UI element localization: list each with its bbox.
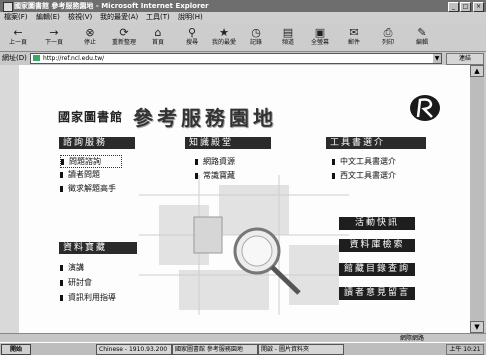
- toolbar-mail-button[interactable]: ✉ 郵件: [342, 25, 366, 49]
- edit-icon: ✎: [417, 26, 427, 39]
- activity-news-button[interactable]: 活動快訊: [339, 217, 415, 230]
- toolbar-home-button[interactable]: ⌂ 首頁: [146, 25, 170, 49]
- favorites-icon: ★: [219, 26, 229, 39]
- reader-feedback-button[interactable]: 讀者意見留言: [339, 287, 415, 300]
- page-title: 參考服務園地: [133, 106, 277, 130]
- task-button-1[interactable]: Chinese - 1910.93.200: [96, 344, 172, 355]
- section-header-consult: 諮詢服務: [59, 137, 135, 149]
- fullscreen-icon: ▣: [314, 26, 326, 39]
- vertical-scrollbar[interactable]: ▲ ▼: [470, 65, 484, 333]
- toolbar-edit-button[interactable]: ✎ 編輯: [410, 25, 434, 49]
- scroll-up-icon[interactable]: ▲: [470, 65, 484, 77]
- link-lectures[interactable]: 演講: [60, 262, 84, 273]
- link-common-knowledge[interactable]: 常識寶藏: [195, 170, 235, 181]
- address-label: 網址(D): [2, 54, 27, 62]
- link-solver-wanted[interactable]: 徵求解題高手: [60, 183, 116, 194]
- toolbar: ← 上一頁 → 下一頁 ⊗ 停止 ⟳ 重新整理 ⌂ 首頁 ⚲ 搜尋 ★ 我的最愛…: [0, 23, 486, 52]
- section-header-knowledge: 知識殿堂: [185, 137, 271, 149]
- page-icon: [33, 55, 40, 61]
- section-header-treasures: 資料寶藏: [59, 242, 137, 254]
- menu-edit[interactable]: 編輯(E): [36, 12, 60, 23]
- page-content: 國家圖書館 參考服務園地 諮詢服務 問題諮詢 讀者問題 徵求解題高手 知識殿堂 …: [19, 65, 470, 333]
- left-margin: [0, 65, 19, 333]
- catalog-search-button[interactable]: 館藏目錄查詢: [339, 263, 415, 276]
- magnifier-illustration: [139, 175, 349, 315]
- toolbar-back-button[interactable]: ← 上一頁: [6, 25, 30, 49]
- chevron-down-icon[interactable]: ▼: [433, 54, 441, 63]
- toolbar-print-button[interactable]: ⎙ 列印: [376, 25, 400, 49]
- menu-view[interactable]: 檢視(V): [68, 12, 92, 23]
- link-reader-questions[interactable]: 讀者問題: [60, 169, 100, 180]
- address-box: ▼: [30, 53, 442, 64]
- link-info-literacy[interactable]: 資訊利用指導: [60, 292, 116, 303]
- brand-logo-icon: [410, 95, 440, 121]
- link-seminars[interactable]: 研討會: [60, 277, 92, 288]
- ie-app-icon: [3, 2, 13, 12]
- task-button-2[interactable]: 國家圖書館 參考服務園地: [172, 344, 258, 355]
- links-button[interactable]: 連結: [446, 53, 484, 65]
- minimize-button[interactable]: _: [448, 2, 459, 12]
- toolbar-refresh-button[interactable]: ⟳ 重新整理: [112, 25, 136, 49]
- menu-favorites[interactable]: 我的最愛(A): [100, 12, 138, 23]
- toolbar-fullscreen-button[interactable]: ▣ 全螢幕: [308, 25, 332, 49]
- toolbar-history-button[interactable]: ◷ 記錄: [244, 25, 268, 49]
- title-bar: 國家圖書館 參考服務園地 - Microsoft Internet Explor…: [0, 0, 486, 12]
- address-bar: 網址(D) ▼ 連結: [0, 52, 486, 65]
- menu-bar: 檔案(F) 編輯(E) 檢視(V) 我的最愛(A) 工具(T) 說明(H): [0, 12, 486, 23]
- link-chinese-reference[interactable]: 中文工具書選介: [332, 156, 396, 167]
- toolbar-channels-button[interactable]: ▤ 頻道: [276, 25, 300, 49]
- link-question-consult[interactable]: 問題諮詢: [60, 155, 122, 168]
- system-clock: 上午 10:21: [446, 344, 484, 355]
- scroll-down-icon[interactable]: ▼: [470, 321, 484, 333]
- close-button[interactable]: ×: [473, 2, 484, 12]
- refresh-icon: ⟳: [119, 26, 129, 39]
- link-web-resources[interactable]: 網路資源: [195, 156, 235, 167]
- toolbar-search-button[interactable]: ⚲ 搜尋: [180, 25, 204, 49]
- forward-arrow-icon: →: [49, 26, 59, 39]
- address-input[interactable]: [43, 54, 423, 63]
- toolbar-favorites-button[interactable]: ★ 我的最愛: [212, 25, 236, 49]
- back-arrow-icon: ←: [13, 26, 23, 39]
- link-western-reference[interactable]: 西文工具書選介: [332, 170, 396, 181]
- menu-tools[interactable]: 工具(T): [146, 12, 170, 23]
- toolbar-stop-button[interactable]: ⊗ 停止: [78, 25, 102, 49]
- task-button-3[interactable]: 開啟 - 圖片資料夾: [258, 344, 344, 355]
- menu-help[interactable]: 說明(H): [178, 12, 203, 23]
- mail-icon: ✉: [349, 26, 359, 39]
- library-logo-text[interactable]: 國家圖書館: [58, 108, 123, 125]
- window-title: 國家圖書館 參考服務園地 - Microsoft Internet Explor…: [14, 2, 209, 10]
- menu-file[interactable]: 檔案(F): [4, 12, 28, 23]
- history-icon: ◷: [251, 26, 261, 39]
- start-button[interactable]: 開始: [1, 344, 31, 355]
- search-icon: ⚲: [187, 26, 197, 39]
- database-search-button[interactable]: 資料庫檢索: [339, 239, 415, 252]
- print-icon: ⎙: [383, 26, 393, 39]
- home-icon: ⌂: [154, 26, 162, 39]
- channels-icon: ▤: [282, 26, 294, 39]
- stop-icon: ⊗: [85, 26, 95, 39]
- toolbar-forward-button[interactable]: → 下一頁: [42, 25, 66, 49]
- section-header-reference-tools: 工具書選介: [326, 137, 426, 149]
- taskbar: 開始 Chinese - 1910.93.200 國家圖書館 參考服務園地 開啟…: [0, 342, 486, 355]
- maximize-button[interactable]: □: [460, 2, 471, 12]
